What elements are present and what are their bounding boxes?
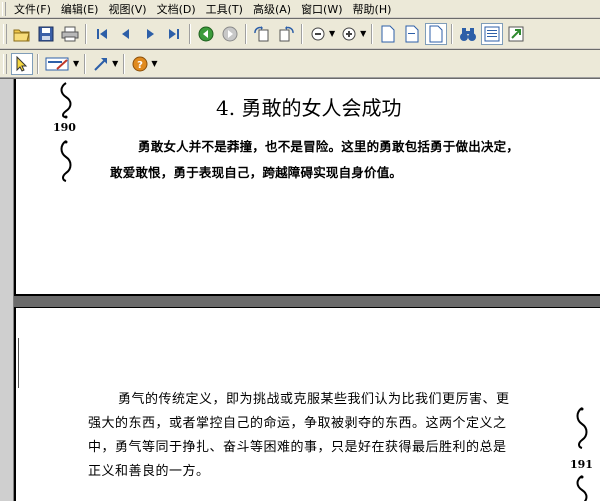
menu-window[interactable]: 窗口(W) xyxy=(296,1,347,17)
paragraph-line: 敢爱敢恨，勇于表现自己，跨越障碍实现自身价值。 xyxy=(110,165,403,180)
link-dropdown-icon[interactable]: ▼ xyxy=(112,59,118,68)
tools-toolbar: ▼ ▼ ? ▼ xyxy=(0,50,600,78)
toolbar-separator xyxy=(245,23,247,44)
rotate-counterclockwise-icon[interactable] xyxy=(275,23,297,45)
toolbar-separator xyxy=(85,23,87,44)
page-edge-mark xyxy=(18,338,19,388)
export-icon[interactable] xyxy=(505,23,527,45)
continuous-page-icon[interactable] xyxy=(401,23,423,45)
single-page-icon[interactable] xyxy=(377,23,399,45)
menu-tools[interactable]: 工具(T) xyxy=(201,1,248,17)
ornament-icon xyxy=(60,140,72,182)
chapter-title: 4. 勇敢的女人会成功 xyxy=(216,96,402,120)
page-191: 勇气的传统定义，即为挑战或克服某些我们认为比我们更厉害、更 强大的东西，或者掌控… xyxy=(14,307,600,501)
menu-advanced[interactable]: 高级(A) xyxy=(248,1,296,17)
first-page-icon[interactable] xyxy=(91,23,113,45)
page-190: 190 4. 勇敢的女人会成功 勇敢女人并不是莽撞，也不是冒险。这里的勇敢包括勇… xyxy=(14,79,600,296)
paragraph-line: 中，勇气等同于挣扎、奋斗等困难的事，只是好在获得最后胜利的总是 xyxy=(88,440,507,455)
menu-file[interactable]: 文件(F) xyxy=(9,1,56,17)
print-icon[interactable] xyxy=(59,23,81,45)
menu-view[interactable]: 视图(V) xyxy=(103,1,151,17)
page-number: 191 xyxy=(570,458,593,471)
menu-bar: 文件(F) 编辑(E) 视图(V) 文档(D) 工具(T) 高级(A) 窗口(W… xyxy=(0,0,600,18)
annotation-tool-icon[interactable] xyxy=(43,53,73,75)
previous-page-icon[interactable] xyxy=(115,23,137,45)
list-view-icon[interactable] xyxy=(481,22,504,45)
help-icon[interactable]: ? xyxy=(129,53,151,75)
toolbar-separator xyxy=(301,23,303,44)
toolbar-grip[interactable] xyxy=(3,23,7,44)
page-navigation-strip[interactable] xyxy=(0,79,14,501)
annotation-dropdown-icon[interactable]: ▼ xyxy=(73,59,79,68)
save-disk-icon[interactable] xyxy=(35,23,57,45)
menu-document[interactable]: 文档(D) xyxy=(152,1,201,17)
ornament-icon xyxy=(60,82,72,119)
zoom-out-icon[interactable] xyxy=(307,23,329,45)
toolbar-separator xyxy=(189,23,191,44)
menu-edit[interactable]: 编辑(E) xyxy=(56,1,104,17)
help-dropdown-icon[interactable]: ▼ xyxy=(151,59,157,68)
ornament-icon xyxy=(576,475,588,501)
toolbar-separator xyxy=(84,53,87,74)
toolbar-separator xyxy=(371,23,374,44)
go-back-icon[interactable] xyxy=(195,23,217,45)
main-toolbar: ▼ ▼ xyxy=(0,19,600,49)
last-page-icon[interactable] xyxy=(163,23,185,45)
link-arrow-icon[interactable] xyxy=(90,53,112,75)
rotate-clockwise-icon[interactable] xyxy=(251,23,273,45)
document-view[interactable]: 190 4. 勇敢的女人会成功 勇敢女人并不是莽撞，也不是冒险。这里的勇敢包括勇… xyxy=(0,79,600,501)
zoom-out-dropdown-icon[interactable]: ▼ xyxy=(329,29,335,38)
ornament-icon xyxy=(576,407,588,449)
go-forward-icon[interactable] xyxy=(219,23,241,45)
svg-text:?: ? xyxy=(137,60,143,71)
menubar-grip[interactable] xyxy=(2,1,6,16)
page-number: 190 xyxy=(53,121,76,134)
paragraph-line: 正义和善良的一方。 xyxy=(88,464,210,479)
zoom-in-icon[interactable] xyxy=(338,23,360,45)
toolbar-grip[interactable] xyxy=(3,53,7,74)
open-folder-icon[interactable] xyxy=(11,23,33,45)
toolbar-separator xyxy=(451,23,454,44)
next-page-icon[interactable] xyxy=(139,23,161,45)
toolbar-separator xyxy=(37,53,39,74)
fit-page-icon[interactable] xyxy=(425,22,448,45)
select-arrow-icon[interactable] xyxy=(11,52,33,75)
paragraph-line: 勇气的传统定义，即为挑战或克服某些我们认为比我们更厉害、更 xyxy=(118,392,510,407)
toolbar-separator xyxy=(123,53,126,74)
paragraph-line: 强大的东西，或者掌控自己的命运，争取被剥夺的东西。这两个定义之 xyxy=(88,416,507,431)
paragraph-line: 勇敢女人并不是莽撞，也不是冒险。这里的勇敢包括勇于做出决定， xyxy=(138,139,520,154)
find-binoculars-icon[interactable] xyxy=(457,23,479,45)
zoom-in-dropdown-icon[interactable]: ▼ xyxy=(360,29,366,38)
menu-help[interactable]: 帮助(H) xyxy=(348,1,397,17)
